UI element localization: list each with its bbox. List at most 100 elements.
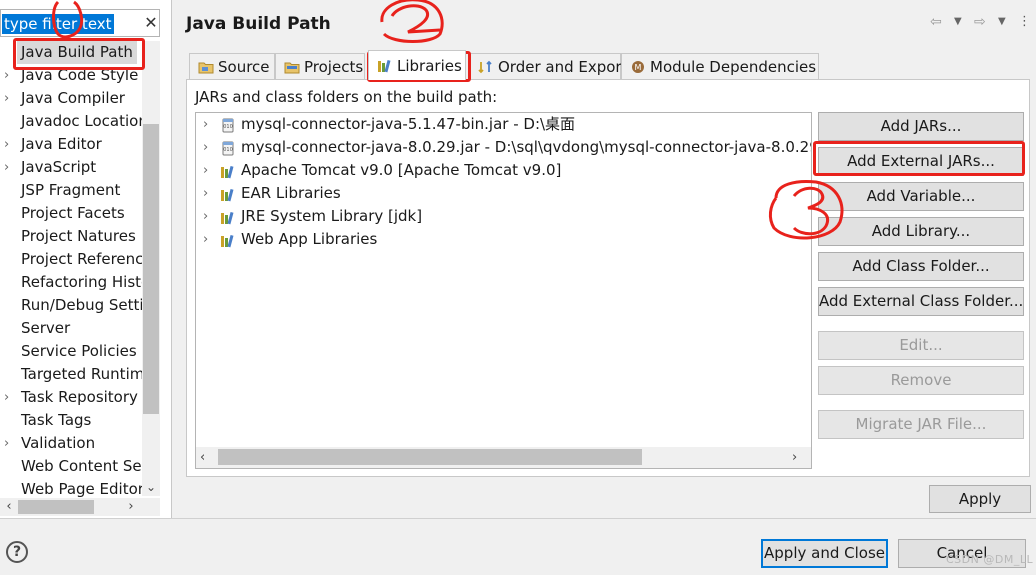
footer-divider (0, 518, 1036, 519)
add-class-folder-button[interactable]: Add Class Folder... (818, 252, 1024, 281)
add-jars-button[interactable]: Add JARs... (818, 112, 1024, 141)
tree-item-label: Project Facets (21, 204, 125, 222)
tab-module-dependencies[interactable]: M Module Dependencies (621, 53, 819, 79)
scroll-left-icon[interactable]: ‹ (2, 498, 16, 516)
tree-item[interactable]: › Java Code Style (0, 64, 142, 87)
jar-icon: 010 (220, 140, 236, 156)
tree-item[interactable]: › JavaScript (0, 156, 142, 179)
expand-chevron-icon[interactable]: › (203, 182, 215, 205)
tree-item-label: JSP Fragment (21, 181, 121, 199)
expand-chevron-icon[interactable]: › (203, 136, 215, 159)
scroll-down-icon[interactable]: ⌄ (142, 478, 160, 496)
expand-chevron-icon[interactable]: › (203, 113, 215, 136)
order-export-icon (478, 60, 492, 73)
clear-filter-icon[interactable]: ✕ (142, 13, 160, 33)
svg-text:M: M (635, 63, 642, 72)
module-icon: M (632, 60, 644, 73)
tree-item-label: Project References (21, 250, 142, 268)
tree-item[interactable]: Project Facets (0, 202, 142, 225)
remove-button[interactable]: Remove (818, 366, 1024, 395)
scroll-right-icon[interactable]: › (124, 498, 138, 516)
add-library-button[interactable]: Add Library... (818, 217, 1024, 246)
build-path-entry-label: mysql-connector-java-8.0.29.jar - D:\sql… (241, 138, 812, 156)
tree-item[interactable]: JSP Fragment (0, 179, 142, 202)
view-menu-icon[interactable]: ⋮ (1018, 13, 1031, 31)
forward-menu-chevron-icon[interactable]: ▼ (998, 13, 1006, 31)
expand-chevron-icon[interactable]: › (203, 159, 215, 182)
tree-item-label: Validation (21, 434, 96, 452)
build-path-entries-tree[interactable]: › 010 mysql-connector-java-5.1.47-bin.jar … (195, 112, 812, 469)
scroll-left-icon[interactable]: ‹ (200, 448, 214, 467)
svg-text:010: 010 (223, 124, 233, 130)
tree-item-label: Javadoc Location (21, 112, 142, 130)
build-path-entry-label: JRE System Library [jdk] (241, 207, 423, 225)
expand-chevron-icon[interactable]: › (203, 228, 215, 251)
add-variable-button[interactable]: Add Variable... (818, 182, 1024, 211)
tree-item[interactable]: Task Tags (0, 409, 142, 432)
tree-item[interactable]: Web Content Settings (0, 455, 142, 478)
tree-vertical-scroll-thumb[interactable] (143, 124, 159, 414)
tab-order-and-export-label: Order and Export (498, 58, 628, 76)
tree-item-label: Java Code Style (21, 66, 139, 84)
expand-chevron-icon[interactable]: › (4, 432, 16, 455)
tree-item[interactable]: Project References (0, 248, 142, 271)
library-icon (220, 209, 236, 225)
tab-order-and-export[interactable]: Order and Export (469, 53, 628, 79)
edit-button[interactable]: Edit... (818, 331, 1024, 360)
back-menu-chevron-icon[interactable]: ▼ (954, 13, 962, 31)
watermark: CSDN @DM_LL (946, 553, 1034, 566)
expand-chevron-icon[interactable]: › (4, 64, 16, 87)
build-path-entry-label: mysql-connector-java-5.1.47-bin.jar - D:… (241, 115, 576, 133)
tree-item[interactable]: › Task Repository (0, 386, 142, 409)
scroll-right-icon[interactable]: › (792, 448, 806, 467)
tab-libraries-label: Libraries (397, 57, 462, 75)
tree-item-label: Java Compiler (21, 89, 125, 107)
tree-item-label: Targeted Runtimes (21, 365, 142, 383)
tree-item[interactable]: Java Build Path (0, 41, 142, 64)
expand-chevron-icon[interactable]: › (4, 386, 16, 409)
filter-input[interactable]: type filter text ✕ (0, 9, 160, 37)
tree-horizontal-scroll-thumb[interactable] (18, 500, 94, 514)
tab-source-label: Source (218, 58, 270, 76)
forward-arrow-icon[interactable]: ⇨ (974, 13, 986, 31)
tree-item[interactable]: Server (0, 317, 142, 340)
help-icon[interactable]: ? (6, 541, 28, 563)
tree-item[interactable]: Service Policies (0, 340, 142, 363)
build-path-entry-label: Apache Tomcat v9.0 [Apache Tomcat v9.0] (241, 161, 562, 179)
add-external-jars-button[interactable]: Add External JARs... (818, 147, 1024, 176)
expand-chevron-icon[interactable]: › (203, 205, 215, 228)
tree-item[interactable]: Targeted Runtimes (0, 363, 142, 386)
tree-item[interactable]: Project Natures (0, 225, 142, 248)
entries-horizontal-scroll-thumb[interactable] (218, 449, 642, 465)
tab-source[interactable]: Source (189, 53, 275, 79)
apply-and-close-button[interactable]: Apply and Close (761, 539, 888, 568)
apply-button[interactable]: Apply (929, 485, 1031, 513)
library-icon (220, 232, 236, 248)
page-title: Java Build Path (186, 14, 331, 34)
library-icon (220, 163, 236, 179)
tree-item[interactable]: › Java Editor (0, 133, 142, 156)
tree-item-label: Project Natures (21, 227, 136, 245)
build-path-entry-label: EAR Libraries (241, 184, 341, 202)
expand-chevron-icon[interactable]: › (4, 156, 16, 179)
tree-item-label: Run/Debug Settings (21, 296, 142, 314)
tree-item-label: Task Tags (21, 411, 92, 429)
tree-item[interactable]: Refactoring History (0, 271, 142, 294)
tree-item[interactable]: Javadoc Location (0, 110, 142, 133)
expand-chevron-icon[interactable]: › (4, 133, 16, 156)
add-external-class-folder-button[interactable]: Add External Class Folder... (818, 287, 1024, 316)
tree-item[interactable]: › Validation (0, 432, 142, 455)
library-icon (220, 186, 236, 202)
tree-item-label: Java Build Path (17, 41, 137, 64)
filter-input-text[interactable]: type filter text (2, 14, 114, 34)
tab-libraries[interactable]: Libraries (368, 50, 466, 80)
source-folder-icon (198, 62, 214, 73)
back-arrow-icon[interactable]: ⇦ (930, 13, 942, 31)
migrate-jar-file-button[interactable]: Migrate JAR File... (818, 410, 1024, 439)
tab-projects-label: Projects (304, 58, 364, 76)
expand-chevron-icon[interactable]: › (4, 87, 16, 110)
libraries-icon (378, 59, 391, 72)
tab-projects[interactable]: Projects (275, 53, 365, 79)
tree-item[interactable]: › Java Compiler (0, 87, 142, 110)
tree-item[interactable]: Run/Debug Settings (0, 294, 142, 317)
